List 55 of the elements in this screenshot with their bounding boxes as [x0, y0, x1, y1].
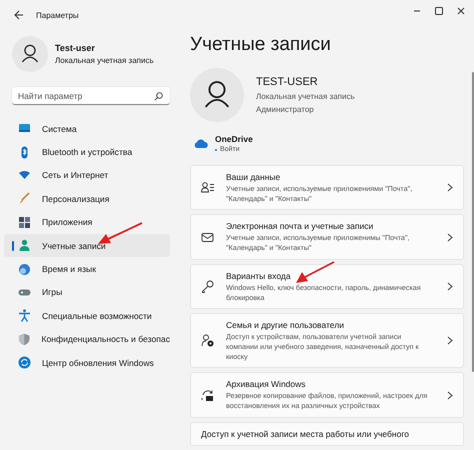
page-title: Учетные записи: [190, 34, 332, 56]
card-title: Электронная почта и учетные записи: [226, 221, 374, 232]
avatar-icon: [12, 36, 48, 72]
nav-item[interactable]: Сеть и Интернет: [4, 164, 170, 188]
nav-item[interactable]: Центр обновления Windows: [4, 350, 170, 374]
settings-card[interactable]: Доступ к учетной записи места работы или учебного: [190, 422, 464, 446]
user-name: Test-user: [55, 43, 96, 53]
account-type: Локальная учетная запись: [55, 56, 154, 65]
key-icon: [201, 280, 214, 294]
chevron-icon: [447, 183, 453, 192]
nav-item[interactable]: Игры: [4, 280, 170, 304]
nav-item[interactable]: Bluetooth и устройства: [4, 140, 170, 164]
card-title: Варианты входа: [226, 270, 292, 281]
card-title: Ваши данные: [226, 172, 282, 182]
brush-icon: [18, 192, 31, 206]
maximize-icon: [434, 6, 444, 16]
mail-icon: [201, 230, 214, 244]
chevron-icon: [447, 232, 453, 242]
close-icon: [456, 6, 466, 16]
nav-item[interactable]: Специальные возможности: [4, 304, 170, 328]
card-title: Семья и другие пользователи: [226, 320, 345, 330]
shield-icon: [18, 332, 30, 346]
search-icon: [154, 92, 163, 101]
nav-item[interactable]: Приложения: [4, 210, 170, 234]
account-detail: Администратор: [256, 105, 315, 114]
arrow: [296, 261, 334, 283]
chevron-icon: [447, 282, 453, 292]
search-field[interactable]: Найти параметр: [12, 87, 170, 105]
backup-icon: [201, 388, 214, 402]
cloud-icon: [194, 139, 208, 148]
arrow: [98, 222, 142, 244]
accessibility-icon: [18, 309, 31, 322]
person-icon: [18, 239, 31, 252]
people-gear-icon: [201, 334, 214, 348]
nav-item[interactable]: Время и язык: [4, 257, 170, 281]
back-button[interactable]: [12, 8, 26, 22]
nav-item[interactable]: Персонализация: [4, 187, 170, 211]
apps-icon: [18, 216, 31, 229]
update-icon: [18, 356, 31, 370]
chevron-icon: [447, 336, 453, 346]
back-arrow-icon: [14, 10, 24, 20]
user-name: TEST-USER: [256, 76, 319, 88]
scrollbar[interactable]: [472, 72, 474, 372]
card-title: Доступ к учетной записи места работы или учебного: [201, 428, 410, 439]
window-title: Параметры: [36, 10, 79, 20]
avatar-icon: [190, 68, 244, 122]
selection-indicator: [12, 240, 14, 251]
person-list-icon: [201, 181, 214, 194]
nav-item[interactable]: Конфиденциальность и безопас: [4, 328, 170, 351]
nav-item[interactable]: Система: [4, 117, 170, 140]
onedrive-label: OneDrive: [215, 134, 253, 144]
nav-item[interactable]: Учетные записи: [4, 234, 170, 258]
card-title: Архивация Windows: [226, 379, 307, 390]
chevron-icon: [447, 390, 453, 400]
account-detail: Локальная учетная запись: [256, 92, 355, 101]
